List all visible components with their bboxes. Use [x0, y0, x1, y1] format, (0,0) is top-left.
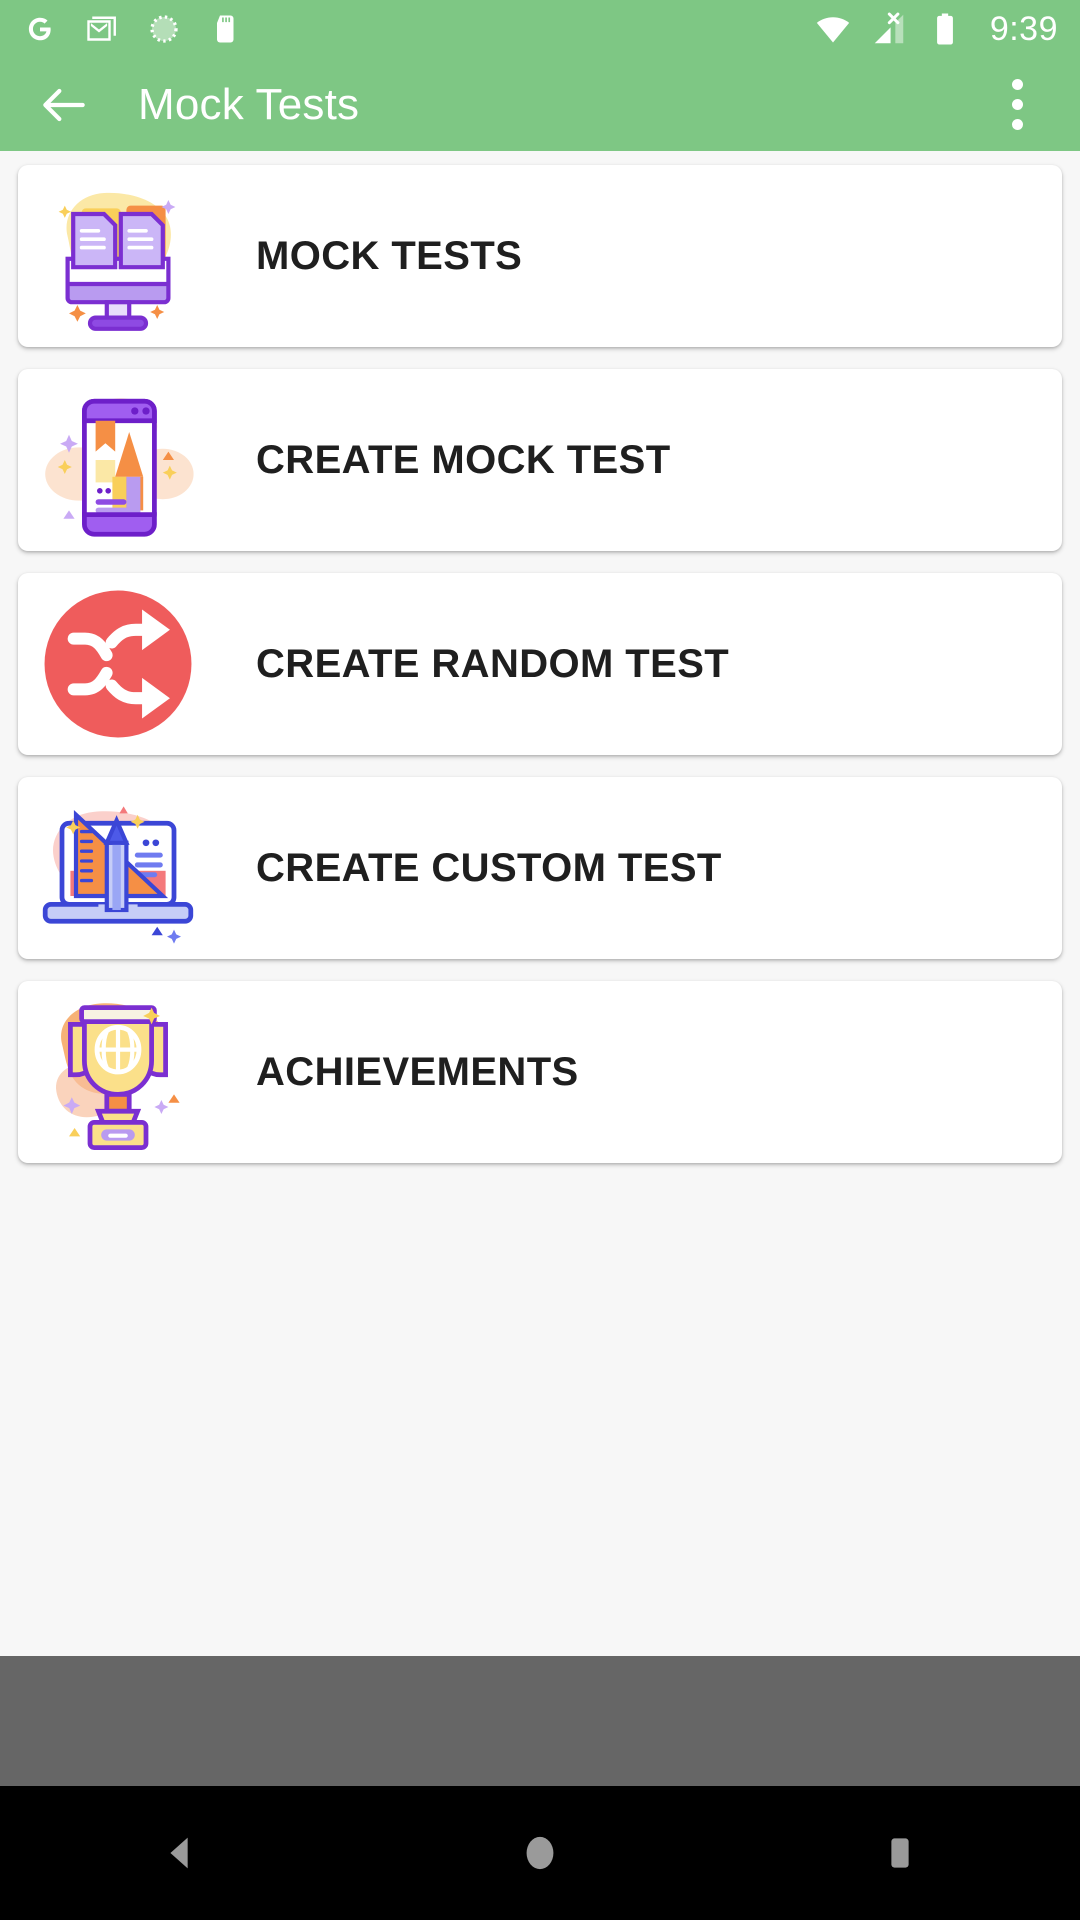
- back-button[interactable]: [26, 67, 102, 143]
- nav-back-button[interactable]: [105, 1786, 255, 1920]
- status-bar-right-icons: 9:39: [814, 10, 1058, 48]
- status-bar-clock: 9:39: [989, 10, 1058, 48]
- page-title: Mock Tests: [138, 79, 360, 129]
- card-icon-wrapper: [18, 165, 218, 347]
- list-item-mock-tests[interactable]: MOCK TESTS: [18, 165, 1062, 347]
- card-icon-wrapper: [18, 573, 218, 755]
- gray-overlay-band: [0, 1656, 1080, 1786]
- phone-pencil-icon: [45, 398, 194, 537]
- list-item-create-custom-test[interactable]: CREATE CUSTOM TEST: [18, 777, 1062, 959]
- list-item-label: ACHIEVEMENTS: [256, 1049, 579, 1094]
- app-screen: 9:39 Mock Tests MOCK TESTS CREATE MOCK T…: [0, 0, 1080, 1920]
- list-item-label: CREATE CUSTOM TEST: [256, 845, 722, 890]
- circle-home-icon: [526, 1836, 554, 1870]
- system-navigation-bar: [0, 1786, 1080, 1920]
- triangle-back-icon: [170, 1837, 188, 1869]
- cellular-no-signal-icon: [874, 12, 904, 44]
- more-vertical-icon: [1011, 119, 1023, 130]
- gmail-icon: [87, 16, 116, 41]
- trophy-icon: [56, 1003, 180, 1150]
- more-vertical-icon: [1011, 99, 1023, 110]
- status-bar: 9:39: [0, 0, 1080, 58]
- sd-card-icon: [217, 15, 234, 43]
- wifi-icon: [816, 17, 849, 43]
- laptop-ruler-pencil-icon: [42, 806, 194, 944]
- monitor-documents-icon: [58, 192, 176, 331]
- arrow-left-icon: [43, 88, 85, 121]
- status-bar-left-icons: [22, 11, 244, 47]
- google-icon: [28, 17, 51, 41]
- nav-recents-button[interactable]: [825, 1786, 975, 1920]
- card-icon-wrapper: [18, 369, 218, 551]
- list-item-create-random-test[interactable]: CREATE RANDOM TEST: [18, 573, 1062, 755]
- list-item-label: CREATE RANDOM TEST: [256, 641, 730, 686]
- square-recents-icon: [891, 1838, 909, 1868]
- shuffle-icon: [44, 590, 192, 738]
- sync-spinner-icon: [150, 15, 178, 43]
- nav-home-button[interactable]: [465, 1786, 615, 1920]
- overflow-menu-button[interactable]: [980, 65, 1054, 145]
- card-icon-wrapper: [18, 981, 218, 1163]
- battery-icon: [936, 13, 953, 45]
- card-icon-wrapper: [18, 777, 218, 959]
- card-list: MOCK TESTS CREATE MOCK TEST CREATE RANDO…: [0, 151, 1080, 1656]
- more-vertical-icon: [1011, 79, 1023, 90]
- list-item-label: CREATE MOCK TEST: [256, 437, 671, 482]
- list-item-create-mock-test[interactable]: CREATE MOCK TEST: [18, 369, 1062, 551]
- app-bar: Mock Tests: [0, 58, 1080, 151]
- list-item-achievements[interactable]: ACHIEVEMENTS: [18, 981, 1062, 1163]
- list-item-label: MOCK TESTS: [256, 233, 523, 278]
